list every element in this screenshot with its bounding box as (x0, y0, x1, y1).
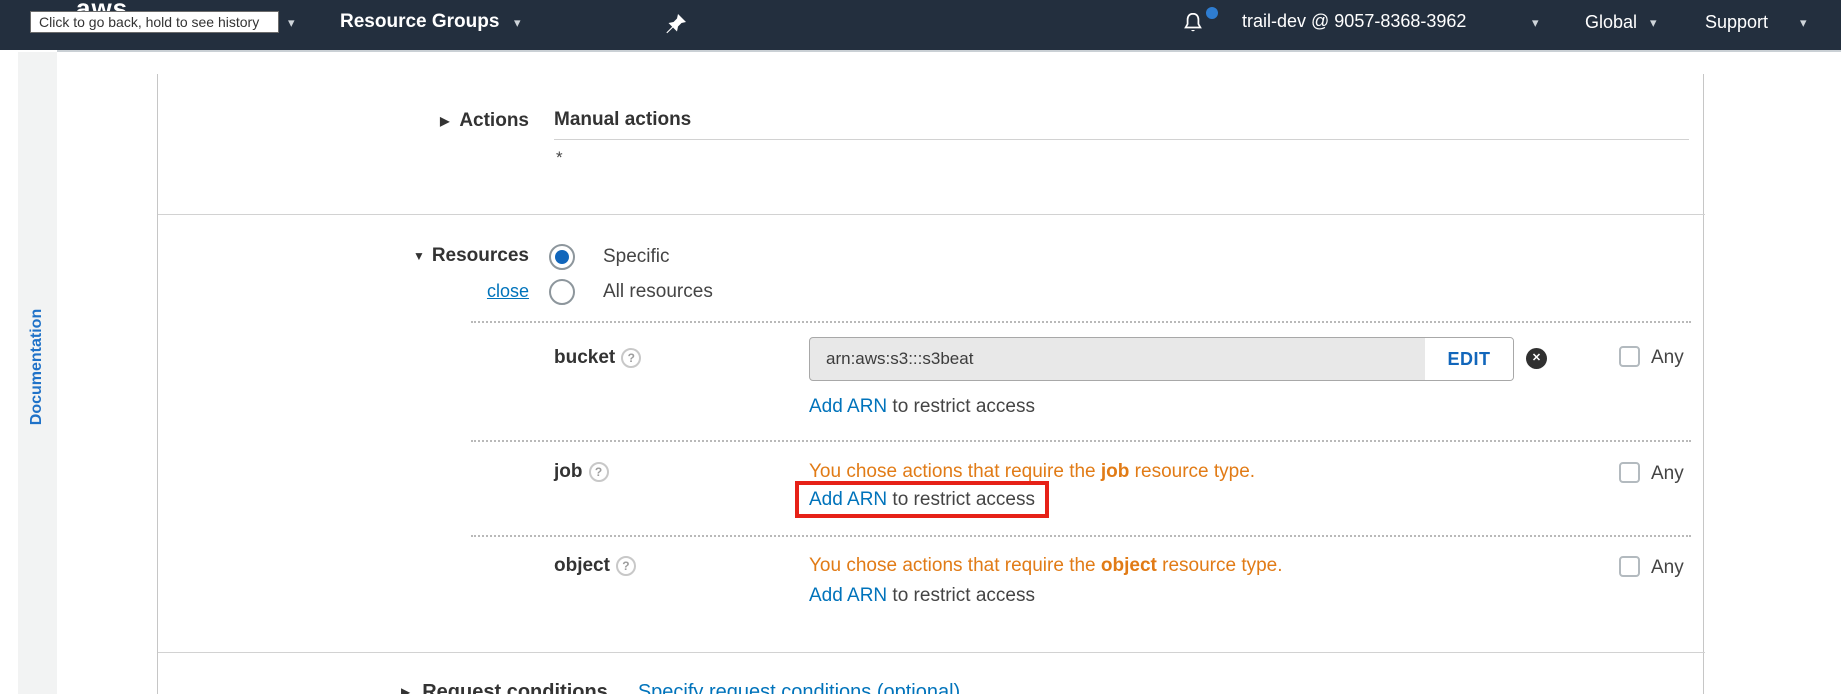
object-label: object (554, 555, 610, 577)
chevron-down-icon[interactable]: ▾ (1800, 16, 1807, 29)
section-divider (158, 652, 1705, 653)
bucket-any-checkbox[interactable] (1619, 346, 1640, 367)
bucket-any-label[interactable]: Any (1651, 347, 1684, 369)
actions-summary-underline (554, 139, 1689, 140)
request-conditions-label[interactable]: Request conditions (422, 681, 608, 694)
radio-all-resources-label[interactable]: All resources (603, 281, 713, 303)
close-link-column: close (158, 281, 529, 302)
actions-section-label: Actions (459, 110, 529, 131)
object-add-arn-row: Add ARN to restrict access (809, 585, 1035, 607)
job-add-arn-link[interactable]: Add ARN (809, 489, 887, 510)
top-navbar: aws Click to go back, hold to see histor… (0, 0, 1841, 50)
bucket-add-arn-suffix: to restrict access (887, 396, 1035, 417)
notification-dot (1206, 7, 1218, 19)
help-icon[interactable]: ? (589, 462, 609, 482)
expanded-triangle-icon[interactable]: ▼ (413, 249, 425, 263)
help-icon[interactable]: ? (621, 348, 641, 368)
help-icon[interactable]: ? (616, 556, 636, 576)
bell-icon[interactable] (1180, 9, 1206, 39)
radio-specific-label[interactable]: Specific (603, 246, 670, 268)
object-any-label[interactable]: Any (1651, 557, 1684, 579)
bucket-label: bucket (554, 347, 615, 369)
radio-specific[interactable] (549, 244, 575, 270)
job-warning-bold: job (1101, 461, 1130, 482)
row-divider-dotted (471, 535, 1691, 537)
edit-arn-button[interactable]: EDIT (1425, 338, 1513, 380)
job-label: job (554, 461, 583, 483)
bucket-arn-input[interactable]: arn:aws:s3:::s3beat EDIT (809, 337, 1514, 381)
object-warning-text: You chose actions that require the objec… (809, 555, 1283, 577)
bucket-arn-value[interactable]: arn:aws:s3:::s3beat (810, 338, 1425, 380)
collapsed-triangle-icon[interactable]: ▶ (401, 685, 410, 694)
documentation-tab-label[interactable]: Documentation (28, 309, 46, 425)
radio-all-resources[interactable] (549, 279, 575, 305)
radio-selected-dot (555, 250, 569, 264)
actions-summary-title: Manual actions (554, 109, 691, 131)
job-add-arn-suffix: to restrict access (887, 489, 1035, 510)
chevron-down-icon[interactable]: ▾ (1650, 16, 1657, 29)
job-warning-prefix: You chose actions that require the (809, 461, 1101, 482)
actions-wildcard-value: * (556, 148, 563, 168)
resources-section-toggle[interactable]: ▼ Resources (158, 245, 529, 267)
header-divider (57, 50, 1841, 52)
object-add-arn-suffix: to restrict access (887, 585, 1035, 606)
specify-conditions-link[interactable]: Specify request conditions (optional) (638, 681, 960, 694)
bucket-row-label: bucket ? (554, 347, 641, 369)
row-divider-dotted (471, 321, 1691, 323)
resources-section-label: Resources (432, 245, 529, 266)
object-add-arn-link[interactable]: Add ARN (809, 585, 887, 606)
actions-section-toggle[interactable]: ▶ Actions (158, 110, 529, 132)
chevron-down-icon[interactable]: ▾ (1532, 16, 1539, 29)
object-any-checkbox[interactable] (1619, 556, 1640, 577)
account-menu[interactable]: trail-dev @ 9057-8368-3962 (1242, 9, 1466, 33)
resource-groups-menu[interactable]: Resource Groups (340, 10, 499, 34)
job-row-label: job ? (554, 461, 609, 483)
highlight-red-box: Add ARN to restrict access (795, 481, 1049, 518)
collapsed-triangle-icon[interactable]: ▶ (440, 114, 449, 128)
policy-editor-panel: ▶ Actions Manual actions * ▼ Resources clo… (157, 74, 1704, 694)
job-any-checkbox[interactable] (1619, 462, 1640, 483)
object-warning-prefix: You chose actions that require the (809, 555, 1101, 576)
job-warning-text: You chose actions that require the job r… (809, 461, 1255, 483)
job-warning-suffix: resource type. (1129, 461, 1255, 482)
history-tooltip[interactable]: Click to go back, hold to see history (30, 11, 279, 33)
remove-arn-button[interactable]: ✕ (1526, 348, 1547, 369)
object-row-label: object ? (554, 555, 636, 577)
support-menu[interactable]: Support (1705, 10, 1768, 34)
request-conditions-section: ▶ Request conditions Specify request con… (401, 681, 960, 694)
chevron-down-icon[interactable]: ▾ (514, 16, 521, 29)
bucket-add-arn-link[interactable]: Add ARN (809, 396, 887, 417)
chevron-down-icon[interactable]: ▾ (288, 16, 295, 29)
bucket-add-arn-row: Add ARN to restrict access (809, 396, 1035, 418)
section-divider (158, 214, 1705, 215)
close-link[interactable]: close (487, 281, 529, 301)
object-warning-bold: object (1101, 555, 1157, 576)
pushpin-icon[interactable] (664, 11, 688, 37)
job-any-label[interactable]: Any (1651, 463, 1684, 485)
region-menu[interactable]: Global (1585, 10, 1637, 34)
object-warning-suffix: resource type. (1157, 555, 1283, 576)
row-divider-dotted (471, 440, 1691, 442)
